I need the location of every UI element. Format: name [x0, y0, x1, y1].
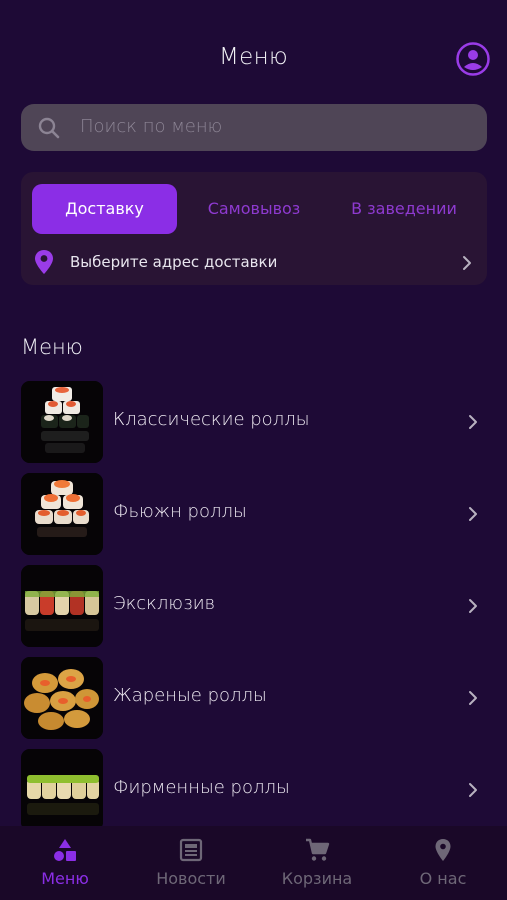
bottom-navigation: Меню Новости Корзина О нас	[0, 826, 507, 900]
delivery-address-prompt[interactable]: Выберите адрес доставки	[70, 253, 277, 271]
exclusive-rolls-image	[21, 565, 103, 647]
tab-delivery[interactable]: Доставку	[32, 184, 177, 234]
tab-in-restaurant[interactable]: В заведении	[339, 184, 469, 234]
profile-button[interactable]	[456, 42, 490, 76]
category-shapes-icon	[54, 839, 76, 861]
profile-icon	[456, 42, 490, 76]
chevron-right-icon	[469, 415, 477, 429]
menu-item-label: Жареные роллы	[113, 685, 267, 706]
nav-label: Новости	[156, 869, 226, 888]
menu-item-label: Эксклюзив	[113, 593, 216, 614]
app-header: Меню	[0, 0, 507, 100]
chevron-right-icon[interactable]	[461, 254, 473, 272]
menu-item-label: Фирменные роллы	[113, 777, 290, 798]
nav-about[interactable]: О нас	[380, 826, 506, 900]
nav-label: Меню	[41, 869, 89, 888]
chevron-right-icon	[469, 599, 477, 613]
news-icon	[179, 838, 203, 862]
nav-news[interactable]: Новости	[128, 826, 254, 900]
chevron-right-icon	[469, 507, 477, 521]
menu-item-fusion-rolls[interactable]: Фьюжн роллы	[21, 473, 487, 555]
menu-item-label: Фьюжн роллы	[113, 501, 247, 522]
location-pin-icon	[435, 839, 451, 861]
page-title: Меню	[219, 44, 288, 70]
search-icon	[38, 117, 60, 139]
nav-cart[interactable]: Корзина	[254, 826, 380, 900]
menu-section-title: Меню	[21, 335, 83, 359]
menu-item-exclusive[interactable]: Эксклюзив	[21, 565, 487, 647]
menu-item-label: Классические роллы	[113, 409, 310, 430]
chevron-right-icon	[469, 783, 477, 797]
menu-item-signature-rolls[interactable]: Фирменные роллы	[21, 749, 487, 831]
search-field[interactable]: Поиск по меню	[21, 104, 487, 151]
nav-label: О нас	[419, 869, 467, 888]
nav-menu[interactable]: Меню	[2, 826, 128, 900]
tab-pickup[interactable]: Самовывоз	[193, 184, 315, 234]
fusion-rolls-image	[21, 473, 103, 555]
fried-rolls-image	[21, 657, 103, 739]
classic-rolls-image	[21, 381, 103, 463]
menu-item-fried-rolls[interactable]: Жареные роллы	[21, 657, 487, 739]
nav-label: Корзина	[281, 869, 353, 888]
menu-item-classic-rolls[interactable]: Классические роллы	[21, 381, 487, 463]
signature-rolls-image	[21, 749, 103, 831]
chevron-right-icon	[469, 691, 477, 705]
order-mode-card: Доставку Самовывоз В заведении Выберите …	[21, 172, 487, 285]
search-placeholder[interactable]: Поиск по меню	[80, 116, 222, 137]
cart-icon	[306, 838, 330, 861]
location-pin-icon	[35, 250, 53, 274]
